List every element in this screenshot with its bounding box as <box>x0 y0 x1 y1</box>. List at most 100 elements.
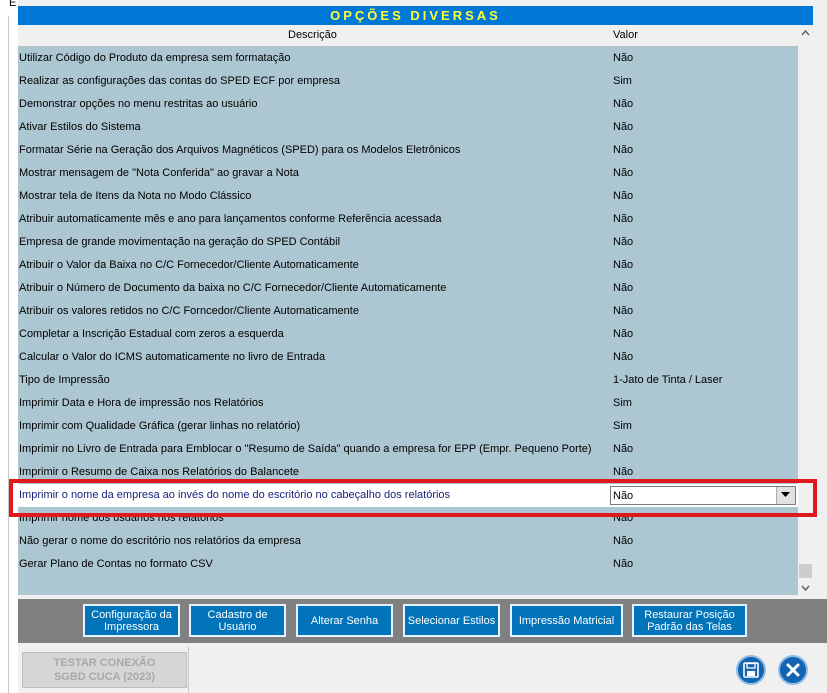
table-row[interactable]: Não gerar o nome do escritório nos relat… <box>18 530 798 553</box>
column-header-description[interactable]: Descrição <box>288 29 337 41</box>
row-value: Não <box>613 328 634 340</box>
table-row[interactable]: Completar a Inscrição Estadual com zeros… <box>18 323 798 346</box>
row-description: Não gerar o nome do escritório nos relat… <box>19 535 301 547</box>
floppy-disk-icon <box>743 662 759 678</box>
table-row[interactable]: Formatar Série na Geração dos Arquivos M… <box>18 139 798 162</box>
user-registration-button[interactable]: Cadastro de Usuário <box>189 604 286 637</box>
row-value: Não <box>613 259 634 271</box>
column-header-value[interactable]: Valor <box>613 29 638 41</box>
test-connection-label: TESTAR CONEXÃO <box>53 657 156 669</box>
row-description: Empresa de grande movimentação na geraçã… <box>19 236 341 248</box>
row-value: Não <box>613 512 634 524</box>
row-description: Imprimir o Resumo de Caixa nos Relatório… <box>19 466 300 478</box>
row-value: Não <box>613 121 634 133</box>
select-styles-button[interactable]: Selecionar Estilos <box>403 604 500 637</box>
row-description: Gerar Plano de Contas no formato CSV <box>19 558 213 570</box>
window-edge <box>813 0 827 693</box>
row-value: Não <box>613 466 634 478</box>
matrix-printing-button[interactable]: Impressão Matricial <box>510 604 623 637</box>
row-value: Não <box>613 282 634 294</box>
table-row[interactable]: Imprimir com Qualidade Gráfica (gerar li… <box>18 415 798 438</box>
row-description: Ativar Estilos do Sistema <box>19 121 141 133</box>
table-row[interactable]: Atribuir o Número de Documento da baixa … <box>18 277 798 300</box>
table-row[interactable]: Utilizar Código do Produto da empresa se… <box>18 47 798 70</box>
row-value: Não <box>613 52 634 64</box>
row-description: Utilizar Código do Produto da empresa se… <box>19 52 291 64</box>
grid-header: Descrição Valor <box>18 25 798 47</box>
table-row[interactable]: Ativar Estilos do Sistema Não <box>18 116 798 139</box>
table-row[interactable]: Atribuir automaticamente mês e ano para … <box>18 208 798 231</box>
row-value: Sim <box>613 75 632 87</box>
table-row[interactable]: Imprimir o Resumo de Caixa nos Relatório… <box>18 461 798 484</box>
divider <box>8 16 9 693</box>
options-grid: Descrição Valor Utilizar Código do Produ… <box>18 25 798 595</box>
row-description: Atribuir automaticamente mês e ano para … <box>19 213 442 225</box>
vertical-scrollbar[interactable] <box>798 25 813 596</box>
chevron-down-icon <box>801 585 810 592</box>
footer-bar: TESTAR CONEXÃO SGBD CUCA (2023) <box>18 647 827 693</box>
test-connection-sublabel: SGBD CUCA (2023) <box>53 671 156 683</box>
table-row[interactable]: Empresa de grande movimentação na geraçã… <box>18 231 798 254</box>
row-description: Formatar Série na Geração dos Arquivos M… <box>19 144 461 156</box>
restore-screen-position-button[interactable]: Restaurar Posição Padrão das Telas <box>632 604 747 637</box>
background-window-char: E <box>9 0 17 9</box>
divider <box>188 647 189 693</box>
row-description: Imprimir Data e Hora de impressão nos Re… <box>19 397 264 409</box>
close-button[interactable] <box>778 655 808 685</box>
row-value: Não <box>613 558 634 570</box>
row-value: Não <box>613 213 634 225</box>
action-toolbar: Configuração da Impressora Cadastro de U… <box>18 599 827 643</box>
table-row[interactable]: Calcular o Valor do ICMS automaticamente… <box>18 346 798 369</box>
row-description: Mostrar mensagem de "Nota Conferida" ao … <box>19 167 299 179</box>
save-button[interactable] <box>736 655 766 685</box>
table-row[interactable]: Imprimir Data e Hora de impressão nos Re… <box>18 392 798 415</box>
row-value: Não <box>613 190 634 202</box>
row-description: Calcular o Valor do ICMS automaticamente… <box>19 351 326 363</box>
background-window-strip: E <box>0 0 18 693</box>
printer-config-button[interactable]: Configuração da Impressora <box>83 604 180 637</box>
table-row[interactable]: Atribuir os valores retidos no C/C Fornc… <box>18 300 798 323</box>
close-x-icon <box>786 663 800 677</box>
row-description: Atribuir os valores retidos no C/C Fornc… <box>19 305 359 317</box>
chevron-down-icon <box>781 492 790 497</box>
options-window: OPÇÕES DIVERSAS Descrição Valor Utilizar… <box>18 0 827 693</box>
row-description: Atribuir o Valor da Baixa no C/C Fornece… <box>19 259 359 271</box>
value-dropdown[interactable]: Não <box>610 486 796 505</box>
row-value: Não <box>613 305 634 317</box>
row-description: Completar a Inscrição Estadual com zeros… <box>19 328 284 340</box>
table-row-selected[interactable]: Imprimir o nome da empresa ao invés do n… <box>18 484 798 507</box>
row-value: Não <box>613 167 634 179</box>
change-password-button[interactable]: Alterar Senha <box>296 604 393 637</box>
row-description: Imprimir nome dos usuários nos relatório… <box>19 512 224 524</box>
row-value: Não <box>613 443 634 455</box>
scroll-up-button[interactable] <box>798 25 813 42</box>
table-row[interactable]: Imprimir no Livro de Entrada para Embloc… <box>18 438 798 461</box>
row-description: Imprimir no Livro de Entrada para Embloc… <box>19 443 592 455</box>
row-value: Não <box>613 98 634 110</box>
row-value: Sim <box>613 420 632 432</box>
table-row[interactable]: Mostrar mensagem de "Nota Conferida" ao … <box>18 162 798 185</box>
chevron-up-icon <box>801 29 810 36</box>
scroll-thumb[interactable] <box>799 564 812 578</box>
table-row[interactable]: Demonstrar opções no menu restritas ao u… <box>18 93 798 116</box>
table-row[interactable]: Mostrar tela de Itens da Nota no Modo Cl… <box>18 185 798 208</box>
row-description: Imprimir com Qualidade Gráfica (gerar li… <box>19 420 301 432</box>
table-row[interactable]: Realizar as configurações das contas do … <box>18 70 798 93</box>
row-value: Não <box>613 535 634 547</box>
table-row[interactable]: Atribuir o Valor da Baixa no C/C Fornece… <box>18 254 798 277</box>
row-value: Não <box>613 351 634 363</box>
table-row[interactable]: Imprimir nome dos usuários nos relatório… <box>18 507 798 530</box>
scroll-down-button[interactable] <box>798 579 813 596</box>
grid-rows: Utilizar Código do Produto da empresa se… <box>18 47 798 576</box>
row-description: Mostrar tela de Itens da Nota no Modo Cl… <box>19 190 252 202</box>
row-value: Não <box>613 236 634 248</box>
dropdown-button[interactable] <box>776 487 795 504</box>
row-description: Tipo de Impressão <box>19 374 110 386</box>
row-value: Sim <box>613 397 632 409</box>
row-description: Realizar as configurações das contas do … <box>19 75 340 87</box>
row-value: Não <box>613 144 634 156</box>
table-row[interactable]: Tipo de Impressão 1-Jato de Tinta / Laser <box>18 369 798 392</box>
row-description: Imprimir o nome da empresa ao invés do n… <box>19 489 451 501</box>
table-row[interactable]: Gerar Plano de Contas no formato CSV Não <box>18 553 798 576</box>
test-connection-button[interactable]: TESTAR CONEXÃO SGBD CUCA (2023) <box>22 652 187 688</box>
